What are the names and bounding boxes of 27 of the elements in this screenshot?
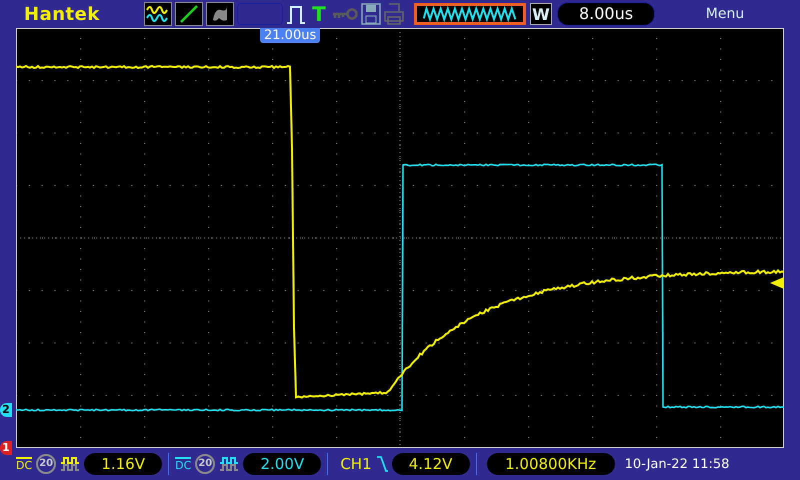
channel-marker: 1 bbox=[0, 441, 12, 455]
frequency-readout: 1.00800KHz bbox=[486, 453, 615, 475]
volts-per-division-readout: 2.00V bbox=[243, 453, 322, 475]
trigger-position-label: 21.00us bbox=[260, 28, 320, 43]
brand-logo-text: Hantek bbox=[24, 4, 101, 24]
volts-per-division-readout: 1.16V bbox=[84, 453, 162, 475]
waveform-button[interactable] bbox=[414, 3, 526, 25]
square-wave-icon bbox=[60, 456, 80, 472]
square-wave-icon bbox=[219, 456, 240, 472]
persistence-icon[interactable] bbox=[206, 2, 234, 26]
timebase-readout: 8.00us bbox=[557, 2, 655, 26]
waveforms-icon[interactable] bbox=[144, 2, 172, 26]
menu-button[interactable]: Menu bbox=[675, 6, 775, 22]
trigger-level-readout: 4.12V bbox=[392, 453, 470, 475]
falling-edge-icon bbox=[376, 455, 388, 473]
bandwidth-limit-badge: 20 bbox=[195, 454, 216, 474]
channel-marker: 2 bbox=[0, 403, 12, 417]
coupling-label: DC bbox=[16, 457, 32, 471]
w-button[interactable]: W bbox=[530, 3, 552, 25]
save-icon[interactable] bbox=[361, 3, 381, 25]
coupling-label: DC bbox=[175, 457, 192, 471]
bandwidth-limit-badge: 20 bbox=[36, 454, 56, 474]
trigger-glyph[interactable]: T bbox=[309, 3, 329, 25]
trigger-source-label: CH1 bbox=[340, 455, 372, 473]
date-time: 10-Jan-22 11:58 bbox=[624, 456, 730, 472]
trigger-level-marker bbox=[770, 277, 784, 289]
pulse-icon[interactable] bbox=[286, 3, 306, 25]
